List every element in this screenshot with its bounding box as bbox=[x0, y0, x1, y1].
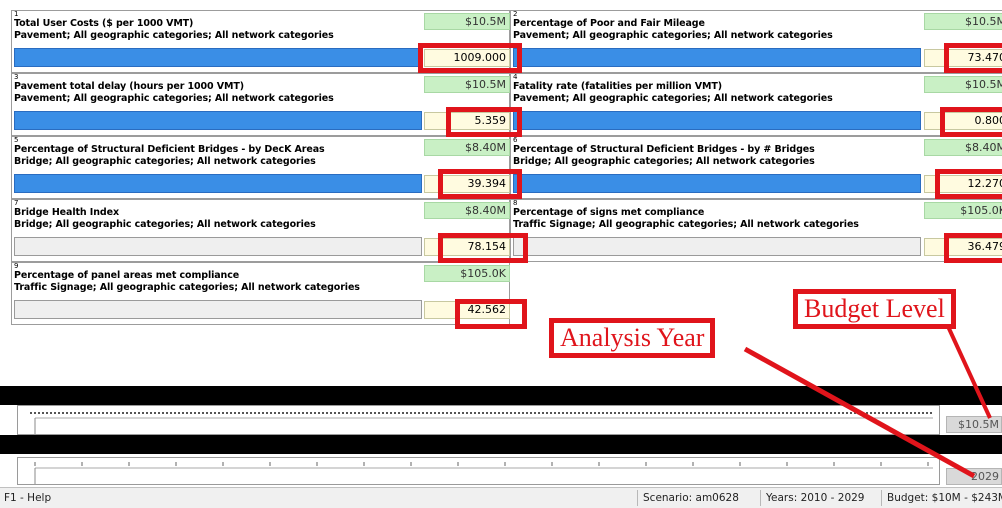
budget-slider-value: $10.5M bbox=[946, 416, 1002, 433]
panel-title: Total User Costs ($ per 1000 VMT) bbox=[14, 18, 194, 29]
panel-index: 1 bbox=[14, 10, 19, 18]
measure-bar bbox=[14, 174, 422, 193]
budget-slider-ticks bbox=[30, 412, 933, 434]
panel-index: 4 bbox=[513, 73, 518, 81]
highlight-box bbox=[446, 107, 522, 137]
panel-title: Percentage of panel areas met compliance bbox=[14, 270, 240, 281]
panel-subtitle: Pavement; All geographic categories; All… bbox=[14, 30, 334, 41]
analysis-year-callout: Analysis Year bbox=[549, 318, 716, 358]
panel-title: Pavement total delay (hours per 1000 VMT… bbox=[14, 81, 244, 92]
budget-field[interactable]: $10.5M bbox=[424, 76, 510, 93]
measure-panel-2[interactable]: 2 Percentage of Poor and Fair Mileage Pa… bbox=[510, 10, 1002, 73]
measure-panel-5[interactable]: 5 Percentage of Structural Deficient Bri… bbox=[11, 136, 510, 199]
slider-band-middle bbox=[0, 435, 1002, 454]
panel-index: 2 bbox=[513, 10, 518, 18]
panel-title: Percentage of signs met compliance bbox=[513, 207, 705, 218]
budget-field[interactable]: $10.5M bbox=[924, 13, 1002, 30]
measure-bar bbox=[513, 174, 921, 193]
highlight-box bbox=[940, 107, 1002, 137]
measure-bar bbox=[513, 237, 921, 256]
status-separator bbox=[637, 490, 638, 506]
year-slider-value: 2029 bbox=[946, 468, 1002, 485]
highlight-box bbox=[438, 233, 528, 263]
measure-bar bbox=[513, 111, 921, 130]
years-label: Years: 2010 - 2029 bbox=[766, 492, 865, 504]
year-slider[interactable] bbox=[17, 457, 940, 485]
app-window: 1 Total User Costs ($ per 1000 VMT) Pave… bbox=[0, 0, 1002, 508]
budget-field[interactable]: $8.40M bbox=[424, 202, 510, 219]
panel-index: 8 bbox=[513, 199, 518, 207]
panel-subtitle: Traffic Signage; All geographic categori… bbox=[14, 282, 360, 293]
highlight-box bbox=[944, 233, 1002, 263]
measure-bar bbox=[14, 300, 422, 319]
status-separator bbox=[881, 490, 882, 506]
budget-field[interactable]: $105.0K bbox=[924, 202, 1002, 219]
panel-subtitle: Bridge; All geographic categories; All n… bbox=[513, 156, 815, 167]
measure-panel-8[interactable]: 8 Percentage of signs met compliance Tra… bbox=[510, 199, 1002, 262]
panel-subtitle: Traffic Signage; All geographic categori… bbox=[513, 219, 859, 230]
budget-slider[interactable] bbox=[17, 405, 940, 435]
panel-index: 9 bbox=[14, 262, 19, 270]
budget-level-callout: Budget Level bbox=[793, 289, 956, 329]
budget-field[interactable]: $105.0K bbox=[424, 265, 510, 282]
panel-title: Percentage of Poor and Fair Mileage bbox=[513, 18, 705, 29]
measure-bar bbox=[14, 48, 422, 67]
highlight-box bbox=[935, 169, 1002, 199]
panel-title: Fatality rate (fatalities per million VM… bbox=[513, 81, 722, 92]
panel-subtitle: Bridge; All geographic categories; All n… bbox=[14, 219, 316, 230]
status-separator bbox=[760, 490, 761, 506]
measure-panel-3[interactable]: 3 Pavement total delay (hours per 1000 V… bbox=[11, 73, 510, 136]
status-bar: F1 - Help Scenario: am0628 Years: 2010 -… bbox=[0, 487, 1002, 508]
panel-subtitle: Bridge; All geographic categories; All n… bbox=[14, 156, 316, 167]
year-slider-ticks bbox=[34, 462, 933, 484]
slider-band-top bbox=[0, 386, 1002, 405]
panel-subtitle: Pavement; All geographic categories; All… bbox=[513, 93, 833, 104]
highlight-box bbox=[418, 43, 522, 73]
panel-index: 3 bbox=[14, 73, 19, 81]
measure-bar bbox=[14, 237, 422, 256]
panel-index: 6 bbox=[513, 136, 518, 144]
budget-range-label: Budget: $10M - $243M bbox=[887, 492, 1002, 504]
panel-index: 5 bbox=[14, 136, 19, 144]
budget-field[interactable]: $8.40M bbox=[924, 139, 1002, 156]
help-hint: F1 - Help bbox=[4, 492, 52, 504]
budget-field[interactable]: $8.40M bbox=[424, 139, 510, 156]
panel-title: Bridge Health Index bbox=[14, 207, 119, 218]
panel-subtitle: Pavement; All geographic categories; All… bbox=[513, 30, 833, 41]
measure-bar bbox=[14, 111, 422, 130]
budget-field[interactable]: $10.5M bbox=[924, 76, 1002, 93]
measure-panel-4[interactable]: 4 Fatality rate (fatalities per million … bbox=[510, 73, 1002, 136]
panel-subtitle: Pavement; All geographic categories; All… bbox=[14, 93, 334, 104]
budget-field[interactable]: $10.5M bbox=[424, 13, 510, 30]
scenario-label: Scenario: am0628 bbox=[643, 492, 739, 504]
highlight-box bbox=[944, 43, 1002, 73]
measure-panel-7[interactable]: 7 Bridge Health Index Bridge; All geogra… bbox=[11, 199, 510, 262]
panel-title: Percentage of Structural Deficient Bridg… bbox=[14, 144, 325, 155]
panel-title: Percentage of Structural Deficient Bridg… bbox=[513, 144, 815, 155]
measure-bar bbox=[513, 48, 921, 67]
measure-panel-6[interactable]: 6 Percentage of Structural Deficient Bri… bbox=[510, 136, 1002, 199]
panel-index: 7 bbox=[14, 199, 19, 207]
highlight-box bbox=[438, 169, 522, 199]
highlight-box bbox=[455, 299, 527, 329]
measure-panel-9[interactable]: 9 Percentage of panel areas met complian… bbox=[11, 262, 510, 325]
